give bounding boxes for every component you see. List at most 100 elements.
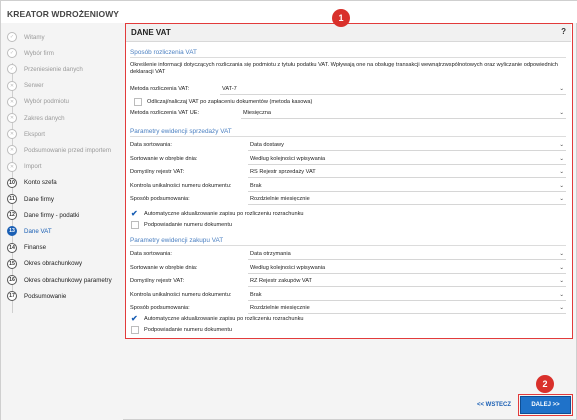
- purchases-row-value: Brak: [250, 291, 262, 298]
- wizard-step[interactable]: 12 Dane firmy - podatki: [7, 207, 79, 223]
- callout-badge-1: 1: [332, 9, 350, 27]
- wizard-step[interactable]: ✕ Serwer: [7, 78, 44, 94]
- sales-row-select[interactable]: Brak ⌄: [248, 181, 566, 192]
- wizard-step[interactable]: 15 Okres obrachunkowy: [7, 256, 82, 272]
- step-label: Serwer: [24, 82, 44, 90]
- panel-header: DANE VAT ?: [126, 24, 571, 42]
- wizard-step[interactable]: ✕ Zakres danych: [7, 110, 65, 126]
- chevron-down-icon: ⌄: [559, 291, 564, 298]
- purchases-row-label: Sortowanie w obrębie dnia:: [130, 264, 198, 271]
- step-number: ✕: [7, 129, 17, 140]
- sales-row-value: Według kolejności wpisywania: [250, 155, 326, 162]
- checkbox-box[interactable]: [134, 97, 142, 106]
- wizard-step[interactable]: ✓ Wybór firm: [7, 45, 54, 61]
- step-number: ✕: [7, 96, 17, 107]
- sales-row-label: Sortowanie w obrębie dnia:: [130, 155, 198, 162]
- section-sales-title: Parametry ewidencji sprzedaży VAT: [130, 128, 566, 137]
- step-number: 13: [7, 226, 17, 237]
- sales-row-select[interactable]: Według kolejności wpisywania ⌄: [248, 154, 566, 165]
- cash-method-checkbox[interactable]: Odliczaj/naliczaj VAT po zapłaceniu doku…: [134, 96, 312, 107]
- purchases-row-label: Data sortowania:: [130, 251, 172, 257]
- chevron-down-icon: ⌄: [559, 110, 564, 116]
- chevron-down-icon: ⌄: [559, 264, 564, 271]
- cash-method-label: Odliczaj/naliczaj VAT po zapłaceniu doku…: [147, 98, 313, 105]
- sales-row-select[interactable]: Rozdzielnie miesięcznie ⌄: [248, 195, 566, 205]
- step-label: Podsumowanie przed importem: [24, 146, 112, 154]
- sales-row-label: Kontrola unikalności numeru dokumentu:: [130, 182, 232, 189]
- checkbox-box[interactable]: [131, 325, 139, 334]
- chevron-down-icon: ⌄: [559, 155, 564, 162]
- checkbox-box[interactable]: [131, 220, 139, 229]
- step-label: Okres obrachunkowy parametry: [24, 276, 112, 284]
- step-number: ✓: [7, 64, 17, 75]
- purchases-auto-update-checkbox[interactable]: ✔ Automatyczne aktualizowanie zapisu po …: [131, 313, 304, 324]
- wizard-step[interactable]: ✕ Eksport: [7, 126, 45, 142]
- vat-method-value: VAT-7: [222, 86, 237, 92]
- vat-ue-method-label: Metoda rozliczenia VAT UE:: [130, 110, 200, 116]
- wizard-step[interactable]: ✕ Import: [7, 159, 42, 175]
- sales-row-label: Sposób podsumowania:: [130, 196, 190, 202]
- step-label: Okres obrachunkowy: [24, 260, 83, 268]
- wizard-window: KREATOR WDROŻENIOWY ✓ Witamy ✓ Wybór firm ✓ P…: [0, 0, 577, 420]
- vat-method-label: Metoda rozliczenia VAT:: [130, 86, 190, 92]
- callout-badge-2: 2: [536, 375, 554, 393]
- step-number: ✓: [7, 32, 17, 42]
- step-label: Podsumowanie: [24, 292, 67, 300]
- back-button[interactable]: << WSTECZ: [477, 402, 511, 408]
- sales-auto-update-checkbox[interactable]: ✔ Automatyczne aktualizowanie zapisu po …: [131, 208, 304, 219]
- checkmark-icon[interactable]: ✔: [131, 314, 140, 323]
- section-settlement-title: Sposób rozliczenia VAT: [130, 49, 566, 58]
- sales-row-value: RS Rejestr sprzedaży VAT: [250, 169, 316, 175]
- title-bar: KREATOR WDROŻENIOWY: [1, 1, 577, 23]
- wizard-steps-sidebar: ✓ Witamy ✓ Wybór firm ✓ Przeniesienie danych ✕…: [1, 23, 123, 420]
- wizard-step[interactable]: 14 Finanse: [7, 240, 46, 256]
- checkmark-icon[interactable]: ✔: [131, 209, 140, 218]
- vat-method-select[interactable]: VAT-7 ⌄: [220, 85, 566, 95]
- purchases-row-select[interactable]: Brak ⌄: [248, 290, 566, 301]
- step-number: 15: [7, 258, 17, 269]
- step-label: Dane firmy: [24, 195, 54, 203]
- purchases-row-select[interactable]: Data otrzymania ⌄: [248, 250, 566, 260]
- wizard-step[interactable]: ✓ Witamy: [7, 29, 45, 45]
- purchases-row-select[interactable]: Według kolejności wpisywania ⌄: [248, 263, 566, 274]
- step-label: Konto szefa: [24, 179, 57, 187]
- purchases-suggest-number-label: Podpowiadanie numeru dokumentu: [144, 326, 233, 333]
- step-label: Dane firmy - podatki: [24, 211, 80, 219]
- wizard-step[interactable]: 11 Dane firmy: [7, 191, 54, 207]
- step-number: 11: [7, 194, 17, 204]
- sales-row-select[interactable]: Data dostawy ⌄: [248, 141, 566, 151]
- wizard-step[interactable]: ✕ Podsumowanie przed importem: [7, 142, 111, 158]
- vat-ue-method-select[interactable]: Miesięczna ⌄: [241, 109, 566, 119]
- vat-ue-method-value: Miesięczna: [243, 110, 271, 116]
- step-number: 10: [7, 177, 17, 188]
- section-purchases-title: Parametry ewidencji zakupu VAT: [130, 237, 566, 246]
- step-label: Wybór firm: [24, 49, 54, 57]
- purchases-row-value: Według kolejności wpisywania: [250, 264, 326, 271]
- help-icon[interactable]: ?: [561, 27, 566, 36]
- wizard-step[interactable]: ✓ Przeniesienie danych: [7, 61, 83, 77]
- wizard-step[interactable]: ✕ Wybór podmiotu: [7, 94, 69, 110]
- step-number: ✕: [7, 161, 17, 172]
- purchases-suggest-number-checkbox[interactable]: Podpowiadanie numeru dokumentu: [131, 324, 232, 335]
- wizard-step[interactable]: 17 Podsumowanie: [7, 288, 66, 304]
- step-number: ✓: [7, 48, 17, 59]
- chevron-down-icon: ⌄: [559, 251, 564, 257]
- step-label: Dane VAT: [24, 227, 52, 235]
- next-button[interactable]: DALEJ >>: [518, 394, 573, 416]
- wizard-step[interactable]: 13 Dane VAT: [7, 223, 52, 239]
- wizard-step[interactable]: 10 Konto szefa: [7, 175, 57, 191]
- purchases-row-value: Data otrzymania: [250, 251, 291, 257]
- app-title: KREATOR WDROŻENIOWY: [7, 9, 120, 19]
- step-number: ✕: [7, 145, 17, 156]
- step-number: 12: [7, 210, 17, 221]
- step-label: Witamy: [24, 33, 45, 41]
- sales-auto-update-label: Automatyczne aktualizowanie zapisu po ro…: [144, 210, 304, 217]
- sales-row-select[interactable]: RS Rejestr sprzedaży VAT ⌄: [248, 168, 566, 178]
- sales-suggest-number-checkbox[interactable]: Podpowiadanie numeru dokumentu: [131, 219, 232, 230]
- step-number: 14: [7, 242, 17, 253]
- chevron-down-icon: ⌄: [559, 305, 564, 311]
- purchases-row-select[interactable]: RZ Rejestr zakupów VAT ⌄: [248, 277, 566, 287]
- chevron-down-icon: ⌄: [559, 278, 564, 284]
- sales-row-label: Domyślny rejestr VAT:: [130, 169, 185, 175]
- wizard-step[interactable]: 16 Okres obrachunkowy parametry: [7, 272, 112, 288]
